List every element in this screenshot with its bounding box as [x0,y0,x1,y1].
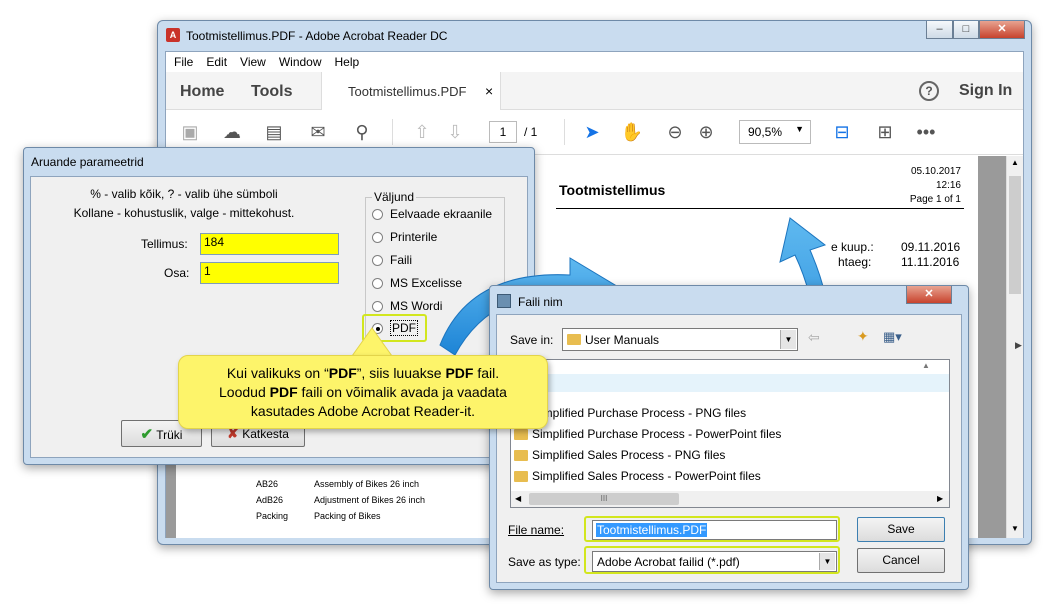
callout-bold: PDF [269,384,298,400]
callout-text: fail. [473,365,500,381]
callout-text: Loodud [219,384,270,400]
callout-text: faili on võimalik avada ja vaadata [297,384,507,400]
callout-text: ”, siis luuakse [356,365,446,381]
callout-line-3: kasutades Adobe Acrobat Reader-it. [250,403,476,419]
callout-line-1: Kui valikuks on “PDF”, siis luuakse PDF … [179,364,547,383]
callout-box: Kui valikuks on “PDF”, siis luuakse PDF … [178,355,548,429]
callout-bold: PDF [328,365,357,381]
callout-bold: PDF [445,365,474,381]
callout-pointer [351,327,393,357]
callout-line-2: Loodud PDF faili on võimalik avada ja va… [179,383,547,402]
callout-text: Kui valikuks on “ [226,365,329,381]
